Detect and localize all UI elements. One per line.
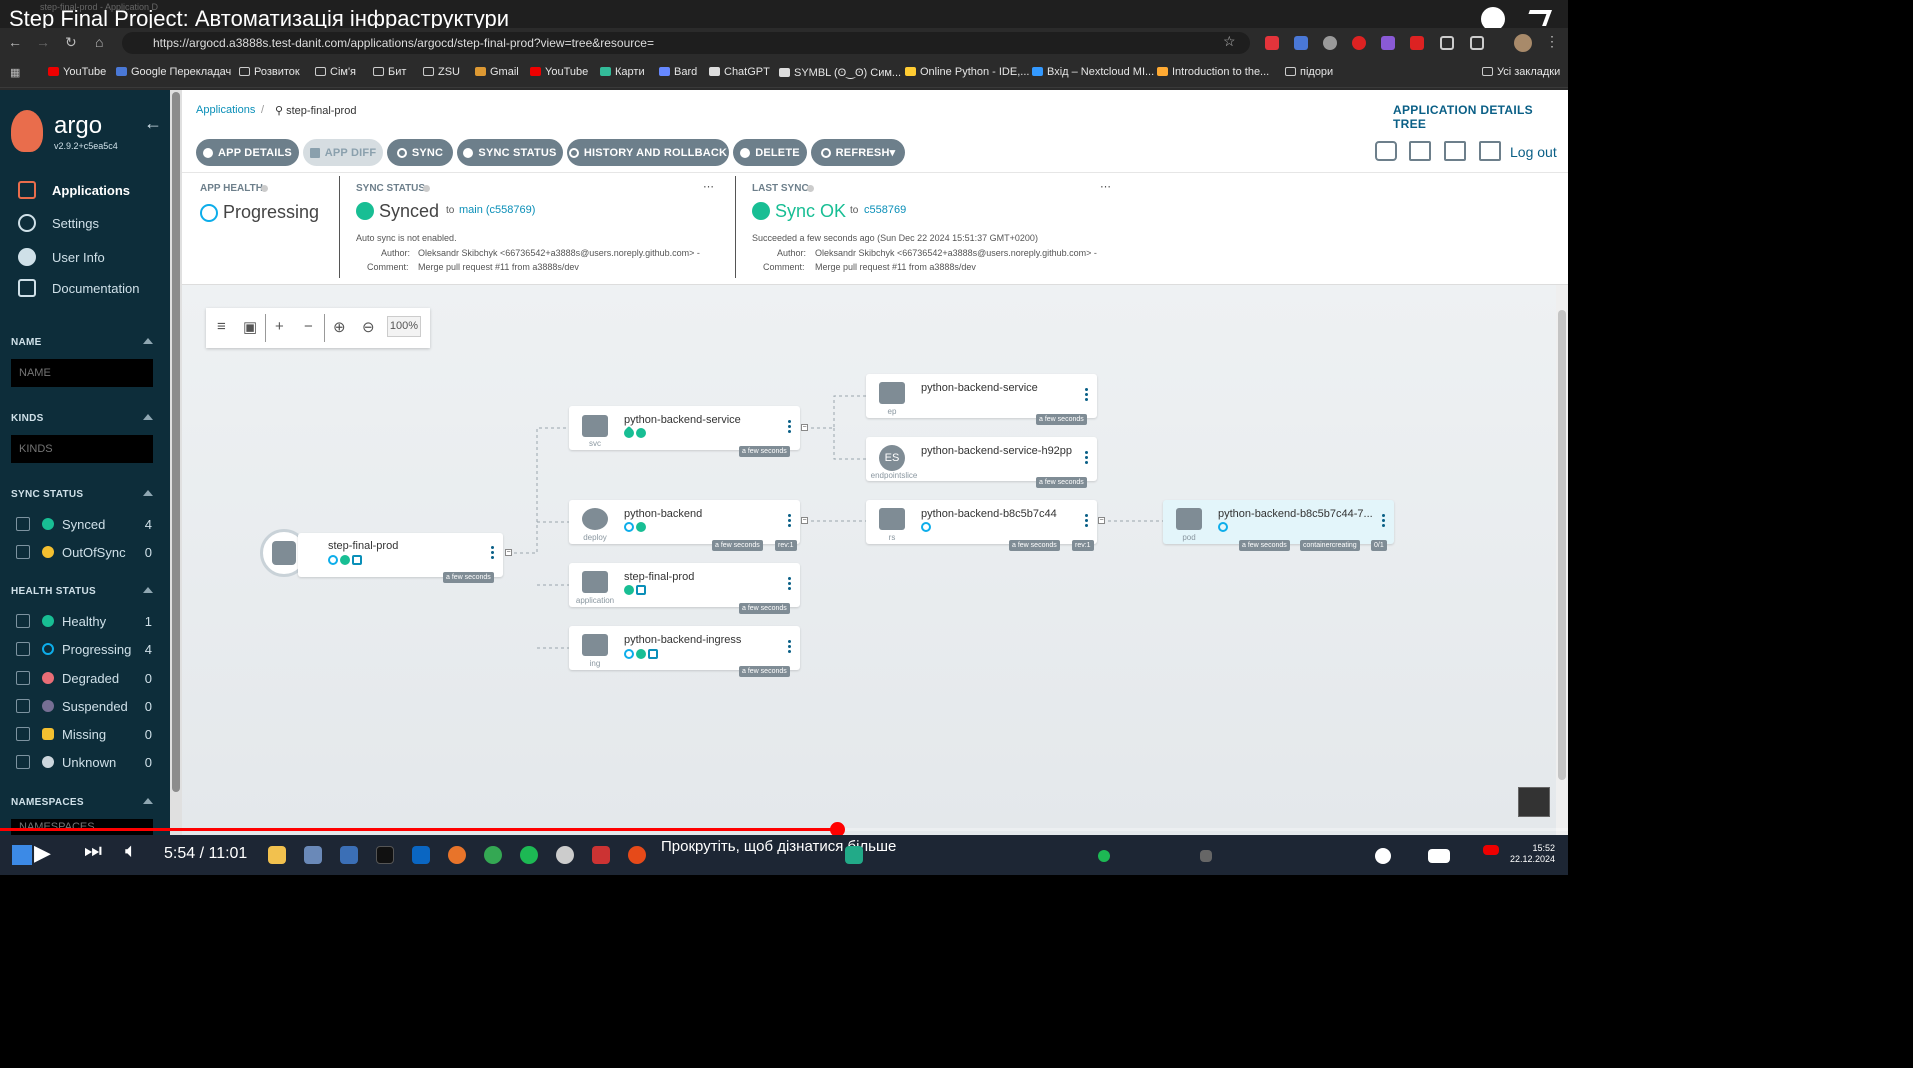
age-tag: a few seconds	[1009, 540, 1060, 551]
tiktok-icon[interactable]	[376, 846, 394, 864]
external-link-icon[interactable]	[636, 585, 646, 595]
node-status	[624, 522, 648, 532]
endpoints-icon	[879, 382, 905, 404]
screen: step-final-prod - Application D Step Fin…	[0, 0, 1568, 875]
node-name: python-backend	[624, 508, 703, 520]
node-name: python-backend-service	[624, 414, 741, 426]
spotify-icon[interactable]	[520, 846, 538, 864]
revision-tag: rev:1	[775, 540, 797, 551]
node-status	[621, 425, 648, 441]
node-kind: ing	[589, 659, 601, 668]
node-kind: endpointslice	[870, 471, 918, 480]
node-name: python-backend-service-h92pp	[921, 445, 1073, 457]
app-icon[interactable]	[628, 846, 646, 864]
node-menu-icon[interactable]	[788, 577, 791, 591]
service-icon	[582, 415, 608, 437]
collapse-node-icon[interactable]: −	[801, 424, 808, 431]
node-name: python-backend-ingress	[624, 634, 742, 646]
node-menu-icon[interactable]	[788, 640, 791, 654]
collapse-node-icon[interactable]: −	[505, 549, 512, 556]
progressing-icon	[624, 522, 634, 532]
ingress-icon	[582, 634, 608, 656]
volume-icon[interactable]: 🔈︎	[125, 840, 137, 863]
tray-icon[interactable]	[1200, 850, 1212, 862]
node-name: python-backend-b8c5b7c44	[921, 508, 1057, 520]
healthy-icon	[621, 425, 637, 441]
node-name: python-backend-service	[921, 382, 1038, 394]
synced-icon	[340, 555, 350, 565]
captions-icon[interactable]	[1428, 849, 1450, 863]
progressing-icon	[328, 555, 338, 565]
app-icon[interactable]	[304, 846, 322, 864]
calculator-icon[interactable]	[340, 846, 358, 864]
firefox-icon[interactable]	[448, 846, 466, 864]
app-icon[interactable]	[845, 846, 863, 864]
node-name: step-final-prod	[624, 571, 695, 583]
age-tag: a few seconds	[739, 603, 790, 614]
pod-cube-icon	[1176, 508, 1202, 530]
progressing-icon	[1218, 522, 1228, 532]
progressing-icon	[921, 522, 931, 532]
node-kind: deploy	[583, 533, 607, 542]
age-tag: a few seconds	[1239, 540, 1290, 551]
node-kind: application	[575, 596, 615, 605]
node-name: step-final-prod	[328, 540, 399, 552]
node-menu-icon[interactable]	[1085, 388, 1088, 402]
video-progress-fill	[0, 828, 838, 831]
external-link-icon[interactable]	[648, 649, 658, 659]
tray-icon[interactable]	[1098, 850, 1110, 862]
revision-tag: rev:1	[1072, 540, 1094, 551]
chrome-icon[interactable]	[484, 846, 502, 864]
node-status	[624, 649, 660, 659]
age-tag: a few seconds	[739, 666, 790, 677]
replicaset-icon	[879, 508, 905, 530]
node-menu-icon[interactable]	[1085, 451, 1088, 465]
video-time: 5:54 / 11:01	[164, 845, 248, 862]
node-status	[1218, 522, 1230, 532]
age-tag: a few seconds	[443, 572, 494, 583]
node-menu-icon[interactable]	[491, 546, 494, 560]
pod-state-tag: containercreating	[1300, 540, 1360, 551]
node-kind: rs	[888, 533, 896, 542]
linkedin-icon[interactable]	[412, 846, 430, 864]
app-icon[interactable]	[556, 846, 574, 864]
synced-icon	[636, 428, 646, 438]
layers-icon	[582, 571, 608, 593]
collapse-node-icon[interactable]: −	[801, 517, 808, 524]
node-kind: pod	[1182, 533, 1196, 542]
hd-badge-icon	[1483, 845, 1499, 855]
external-link-icon[interactable]	[352, 555, 362, 565]
synced-icon	[636, 522, 646, 532]
file-explorer-icon[interactable]	[268, 846, 286, 864]
deployment-icon	[582, 508, 608, 530]
collapse-node-icon[interactable]: −	[1098, 517, 1105, 524]
play-icon[interactable]: ▶	[34, 840, 51, 866]
progressing-icon	[624, 649, 634, 659]
age-tag: a few seconds	[739, 446, 790, 457]
pause-icon[interactable]	[1375, 848, 1391, 864]
windows-start-icon[interactable]	[12, 845, 32, 865]
node-status	[624, 585, 648, 595]
node-menu-icon[interactable]	[788, 420, 791, 434]
age-tag: a few seconds	[712, 540, 763, 551]
node-name: python-backend-b8c5b7c44-7...	[1218, 508, 1373, 520]
system-clock: 15:52 22.12.2024	[1510, 843, 1556, 864]
age-tag: a few seconds	[1036, 414, 1087, 425]
age-tag: a few seconds	[1036, 477, 1087, 488]
node-kind: svc	[589, 439, 601, 448]
es-badge-icon: ES	[879, 445, 905, 471]
node-menu-icon[interactable]	[788, 514, 791, 528]
node-status	[921, 522, 933, 532]
video-watermark	[1518, 787, 1550, 817]
synced-icon	[636, 649, 646, 659]
node-kind: ep	[887, 407, 897, 416]
layers-icon	[272, 541, 296, 565]
app-icon[interactable]	[592, 846, 610, 864]
ready-tag: 0/1	[1371, 540, 1387, 551]
node-menu-icon[interactable]	[1382, 514, 1385, 528]
next-icon[interactable]: ⏭	[84, 840, 102, 863]
node-status	[328, 555, 364, 565]
node-menu-icon[interactable]	[1085, 514, 1088, 528]
synced-icon	[624, 585, 634, 595]
